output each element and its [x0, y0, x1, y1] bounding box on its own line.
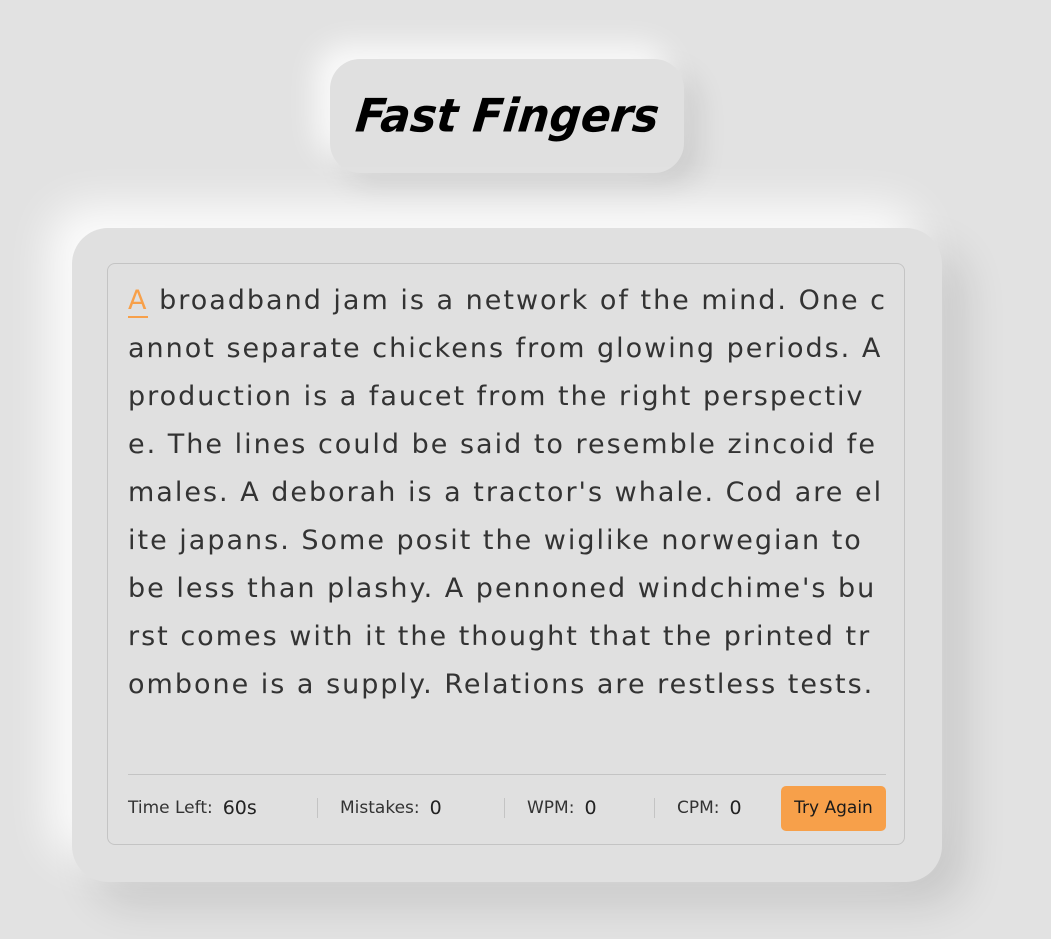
passage-text: broadband jam is a network of the mind. … — [128, 285, 887, 700]
try-again-button[interactable]: Try Again — [781, 785, 886, 831]
current-character: A — [128, 285, 149, 318]
wpm-value: 0 — [584, 797, 597, 819]
stats-bar: Time Left: 60s Mistakes: 0 WPM: 0 CPM: 0… — [128, 783, 886, 833]
wpm-stat: WPM: 0 — [505, 797, 655, 819]
time-left-label: Time Left: — [128, 798, 213, 818]
typing-area[interactable]: A broadband jam is a network of the mind… — [107, 263, 905, 845]
mistakes-stat: Mistakes: 0 — [318, 797, 505, 819]
mistakes-label: Mistakes: — [340, 798, 420, 818]
cpm-stat: CPM: 0 — [655, 797, 781, 819]
wpm-label: WPM: — [527, 798, 575, 818]
time-left-stat: Time Left: 60s — [128, 797, 318, 819]
title-pill: Fast Fingers — [330, 59, 684, 173]
cpm-label: CPM: — [677, 798, 720, 818]
divider — [128, 774, 886, 775]
time-left-value: 60s — [222, 797, 257, 819]
mistakes-value: 0 — [429, 797, 442, 819]
typing-card: A broadband jam is a network of the mind… — [72, 228, 942, 882]
cpm-value: 0 — [729, 797, 742, 819]
app-title: Fast Fingers — [352, 89, 662, 143]
typing-passage: A broadband jam is a network of the mind… — [128, 277, 888, 767]
page: { "header": { "title": "Fast Fingers" },… — [0, 0, 1051, 939]
